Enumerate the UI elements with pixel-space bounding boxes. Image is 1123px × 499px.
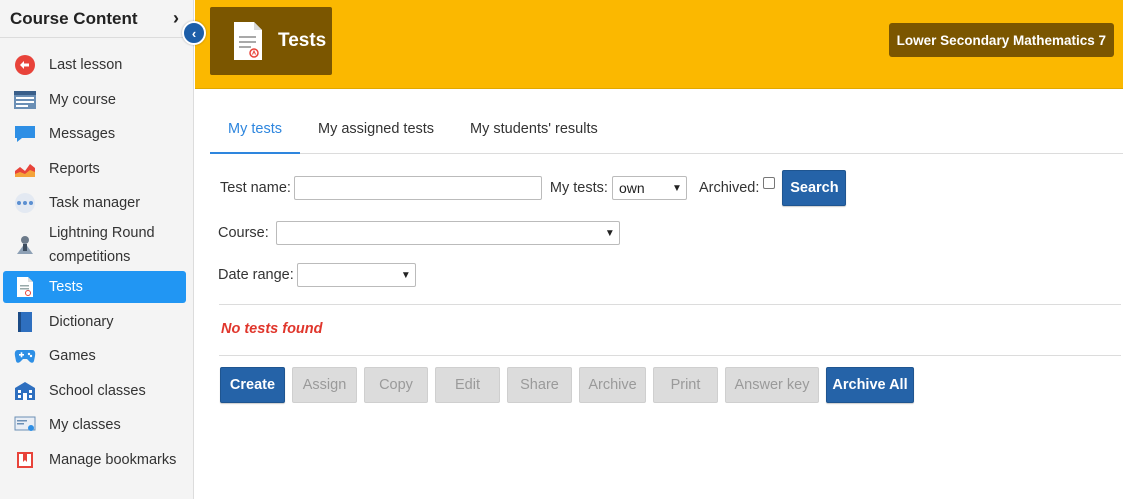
chevron-down-icon: ▼ xyxy=(400,269,411,281)
main-content: My tests My assigned tests My students' … xyxy=(195,90,1123,499)
archive-all-button[interactable]: Archive All xyxy=(826,367,914,403)
sidebar-item-label: My classes xyxy=(49,417,121,434)
sidebar-item-label: Reports xyxy=(49,160,100,177)
page-header: Tests Lower Secondary Mathematics 7 xyxy=(195,0,1123,89)
school-icon xyxy=(13,380,37,402)
my-tests-select[interactable]: own ▼ xyxy=(611,176,687,200)
chevron-right-icon[interactable]: › xyxy=(173,8,179,29)
sidebar-item-tests[interactable]: Tests xyxy=(3,270,186,303)
sidebar-item-school-classes[interactable]: School classes xyxy=(3,374,186,409)
sidebar-item-reports[interactable]: Reports xyxy=(3,152,186,187)
empty-results-message: No tests found xyxy=(221,321,323,337)
divider xyxy=(219,304,1121,305)
collapse-sidebar-button[interactable]: ‹ xyxy=(182,21,206,45)
back-arrow-icon xyxy=(13,54,37,76)
sidebar-item-label: My course xyxy=(49,91,116,108)
sidebar-item-messages[interactable]: Messages xyxy=(3,117,186,152)
action-toolbar: Create Assign Copy Edit Share Archive Pr… xyxy=(220,367,921,403)
sidebar-header[interactable]: Course Content › xyxy=(0,0,193,38)
sidebar-item-dictionary[interactable]: Dictionary xyxy=(3,305,186,340)
date-range-select[interactable]: ▼ xyxy=(296,263,416,287)
print-button[interactable]: Print xyxy=(653,367,718,403)
archive-button[interactable]: Archive xyxy=(579,367,646,403)
tab-my-tests[interactable]: My tests xyxy=(210,112,300,154)
message-icon xyxy=(13,123,37,145)
course-select[interactable]: ▼ xyxy=(275,221,620,245)
chart-icon xyxy=(13,158,37,180)
test-document-icon xyxy=(13,276,37,298)
sidebar-title: Course Content xyxy=(10,8,138,28)
assign-button[interactable]: Assign xyxy=(292,367,357,403)
test-document-icon xyxy=(234,22,262,60)
answer-key-button[interactable]: Answer key xyxy=(725,367,819,403)
sidebar-item-label: Tests xyxy=(49,278,83,295)
date-range-label: Date range: xyxy=(218,267,294,283)
sidebar-nav: Last lesson My course Messages Reports T… xyxy=(0,48,194,477)
sidebar-item-label: Last lesson xyxy=(49,57,123,74)
sidebar-item-games[interactable]: Games xyxy=(3,339,186,374)
page-badge: Tests xyxy=(210,7,332,75)
sidebar-item-label-line2: competitions xyxy=(49,249,131,265)
course-icon xyxy=(13,89,37,111)
chevron-down-icon: ▼ xyxy=(604,227,615,239)
search-button[interactable]: Search xyxy=(782,170,847,206)
course-badge[interactable]: Lower Secondary Mathematics 7 xyxy=(888,23,1114,57)
edit-button[interactable]: Edit xyxy=(435,367,500,403)
sidebar-item-label: Lightning Round xyxy=(49,225,155,241)
sidebar-item-label: Games xyxy=(49,348,96,365)
filter-row-1: Test name: My tests: own ▼ Archived: Sea… xyxy=(220,170,847,206)
sidebar: Course Content › Last lesson My course M… xyxy=(0,0,194,499)
my-tests-select-value: own xyxy=(618,180,645,196)
create-button[interactable]: Create xyxy=(220,367,285,403)
tab-bar: My tests My assigned tests My students' … xyxy=(210,112,1123,154)
my-tests-label: My tests: xyxy=(549,180,608,196)
sidebar-item-label: Messages xyxy=(49,126,116,143)
sidebar-item-my-classes[interactable]: My classes xyxy=(3,408,186,443)
sidebar-item-my-course[interactable]: My course xyxy=(3,83,186,118)
sidebar-item-manage-bookmarks[interactable]: Manage bookmarks xyxy=(3,443,186,478)
divider xyxy=(219,355,1121,356)
tab-my-assigned-tests[interactable]: My assigned tests xyxy=(300,112,452,154)
book-icon xyxy=(13,311,37,333)
sidebar-item-last-lesson[interactable]: Last lesson xyxy=(3,48,186,83)
sidebar-item-task-manager[interactable]: Task manager xyxy=(3,186,186,221)
share-button[interactable]: Share xyxy=(507,367,572,403)
page-title: Tests xyxy=(278,30,327,51)
filter-row-3: Date range: ▼ xyxy=(218,263,416,287)
sidebar-item-lightning-round[interactable]: Lightning Round competitions xyxy=(3,221,186,270)
test-name-input[interactable] xyxy=(293,176,542,200)
bookmark-icon xyxy=(13,449,37,471)
gamepad-icon xyxy=(13,345,37,367)
test-name-label: Test name: xyxy=(220,180,291,196)
task-icon xyxy=(13,192,37,214)
classroom-icon xyxy=(13,414,37,436)
sidebar-item-label: Dictionary xyxy=(49,313,114,330)
trophy-icon xyxy=(13,234,37,256)
copy-button[interactable]: Copy xyxy=(364,367,428,403)
sidebar-item-label: School classes xyxy=(49,382,146,399)
sidebar-item-label: Manage bookmarks xyxy=(49,451,177,468)
tab-my-students-results[interactable]: My students' results xyxy=(452,112,616,154)
sidebar-item-label: Task manager xyxy=(49,195,141,212)
filter-row-2: Course: ▼ xyxy=(218,221,620,245)
archived-checkbox[interactable] xyxy=(763,177,776,189)
course-label: Course: xyxy=(218,225,269,241)
chevron-down-icon: ▼ xyxy=(672,182,682,194)
archived-label: Archived: xyxy=(698,180,760,196)
